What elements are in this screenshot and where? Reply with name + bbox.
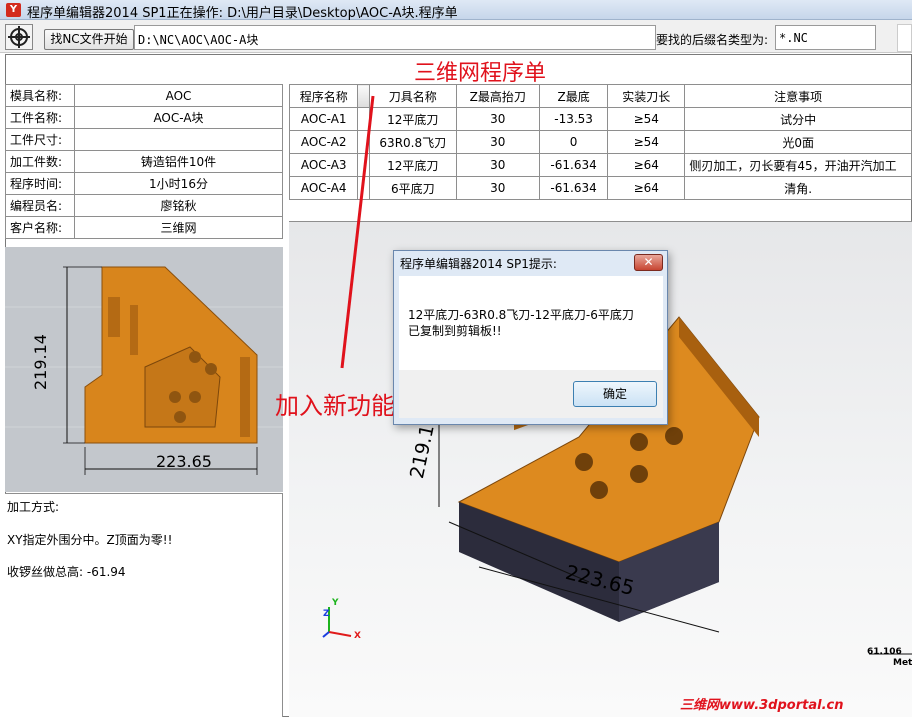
info-value[interactable]: 廖铭秋 <box>74 194 283 217</box>
info-key: 模具名称: <box>5 84 75 107</box>
column-header: 刀具名称 <box>369 84 457 108</box>
table-cell[interactable]: AOC-A4 <box>288 176 359 200</box>
table-cell[interactable]: 12平底刀 <box>369 153 457 177</box>
header-sort-button[interactable] <box>357 84 371 108</box>
info-key: 工件尺寸: <box>5 128 75 151</box>
table-header-row: 程序名称 刀具名称 Z最高抬刀 Z最底 实装刀长 注意事项 <box>288 84 912 108</box>
info-row: 编程员名: 廖铭秋 <box>5 194 283 217</box>
table-row[interactable]: AOC-A3 12平底刀 30 -61.634 ≥64 侧刃加工，刃长要有45，… <box>288 153 912 177</box>
axis-x-label: X <box>354 631 361 641</box>
table-cell[interactable]: ≥54 <box>607 107 686 131</box>
table-row[interactable]: AOC-A2 63R0.8飞刀 30 0 ≥54 光0面 <box>288 130 912 154</box>
notes-line: XY指定外围分中。Z顶面为零!! <box>7 533 173 547</box>
table-row[interactable]: AOC-A1 12平底刀 30 -13.53 ≥54 试分中 <box>288 107 912 131</box>
info-key: 编程员名: <box>5 194 75 217</box>
find-nc-button[interactable]: 找NC文件开始 <box>44 29 134 50</box>
table-cell[interactable]: ≥64 <box>607 176 686 200</box>
info-row: 程序时间: 1小时16分 <box>5 172 283 195</box>
info-value[interactable]: AOC-A块 <box>74 106 283 129</box>
axis-z-label: Z <box>323 609 330 619</box>
app-icon: Y <box>6 3 21 17</box>
dialog-message: 12平底刀-63R0.8飞刀-12平底刀-6平底刀 <box>408 308 634 322</box>
program-table: 程序名称 刀具名称 Z最高抬刀 Z最底 实装刀长 注意事项 AOC-A1 12平… <box>288 84 912 200</box>
ext-input[interactable]: *.NC <box>775 25 876 50</box>
info-value[interactable] <box>74 128 283 151</box>
table-cell[interactable] <box>357 130 371 154</box>
ok-button[interactable]: 确定 <box>573 381 657 407</box>
table-cell[interactable]: 侧刃加工，刃长要有45，开油开汽加工 <box>684 153 912 177</box>
scale-value: 61.106 <box>867 647 902 657</box>
column-header: 注意事项 <box>684 84 912 108</box>
scale-unit: Met <box>893 658 912 668</box>
table-cell[interactable]: 63R0.8飞刀 <box>369 130 457 154</box>
column-header: 程序名称 <box>288 84 359 108</box>
table-cell[interactable]: 6平底刀 <box>369 176 457 200</box>
table-cell[interactable]: AOC-A2 <box>288 130 359 154</box>
ext-label: 要找的后缀名类型为: <box>656 33 769 47</box>
table-cell[interactable]: 30 <box>455 153 540 177</box>
dialog-title: 程序单编辑器2014 SP1提示: <box>400 257 557 271</box>
table-cell[interactable]: -61.634 <box>538 153 609 177</box>
scrollbar[interactable] <box>897 24 912 52</box>
info-value[interactable]: 三维网 <box>74 216 283 239</box>
window-title: 程序单编辑器2014 SP1正在操作: D:\用户目录\Desktop\AOC-… <box>27 6 458 21</box>
column-header: 实装刀长 <box>607 84 686 108</box>
info-row: 工件名称: AOC-A块 <box>5 106 283 129</box>
info-row: 客户名称: 三维网 <box>5 216 283 239</box>
table-cell[interactable] <box>357 176 371 200</box>
table-cell[interactable]: 12平底刀 <box>369 107 457 131</box>
table-cell[interactable]: -61.634 <box>538 176 609 200</box>
close-icon[interactable]: ✕ <box>634 254 663 271</box>
info-value[interactable]: AOC <box>74 84 283 107</box>
column-header: Z最底 <box>538 84 609 108</box>
info-row: 工件尺寸: <box>5 128 283 151</box>
table-cell[interactable]: 光0面 <box>684 130 912 154</box>
dialog-message: 已复制到剪辑板!! <box>408 324 502 338</box>
info-value[interactable]: 铸造铝件10件 <box>74 150 283 173</box>
table-row[interactable]: AOC-A4 6平底刀 30 -61.634 ≥64 清角. <box>288 176 912 200</box>
notes-label: 加工方式: <box>7 500 60 514</box>
table-cell[interactable]: 30 <box>455 107 540 131</box>
info-key: 客户名称: <box>5 216 75 239</box>
table-cell[interactable]: AOC-A3 <box>288 153 359 177</box>
table-cell[interactable]: 30 <box>455 130 540 154</box>
axis-y-label: Y <box>332 598 339 608</box>
info-key: 程序时间: <box>5 172 75 195</box>
table-cell[interactable]: -13.53 <box>538 107 609 131</box>
table-cell[interactable]: AOC-A1 <box>288 107 359 131</box>
info-key: 工件名称: <box>5 106 75 129</box>
table-cell[interactable] <box>357 153 371 177</box>
notes-line: 收锣丝做总高: -61.94 <box>7 565 126 579</box>
annotation-text: 加入新功能 <box>275 392 395 420</box>
path-input[interactable]: D:\NC\AOC\AOC-A块 <box>134 25 656 50</box>
table-cell[interactable]: ≥64 <box>607 153 686 177</box>
info-key: 加工件数: <box>5 150 75 173</box>
table-cell[interactable] <box>357 107 371 131</box>
info-value[interactable]: 1小时16分 <box>74 172 283 195</box>
drawing-dim-width: 223.65 <box>156 452 212 471</box>
table-cell[interactable]: 清角. <box>684 176 912 200</box>
drawing-dim-height: 219.14 <box>31 334 50 390</box>
table-cell[interactable]: 0 <box>538 130 609 154</box>
notes-panel[interactable]: 加工方式: XY指定外围分中。Z顶面为零!! 收锣丝做总高: -61.94 <box>5 493 283 717</box>
target-icon[interactable] <box>5 24 33 50</box>
column-header: Z最高抬刀 <box>455 84 540 108</box>
table-cell[interactable]: 30 <box>455 176 540 200</box>
table-cell[interactable]: 试分中 <box>684 107 912 131</box>
table-cell[interactable]: ≥54 <box>607 130 686 154</box>
watermark: 三维网www.3dportal.cn <box>680 698 844 713</box>
info-table: 模具名称: AOC 工件名称: AOC-A块 工件尺寸: 加工件数: 铸造铝件10件 … <box>5 84 283 239</box>
info-row: 模具名称: AOC <box>5 84 283 107</box>
sheet-title: 三维网程序单 <box>413 61 546 86</box>
info-row: 加工件数: 铸造铝件10件 <box>5 150 283 173</box>
